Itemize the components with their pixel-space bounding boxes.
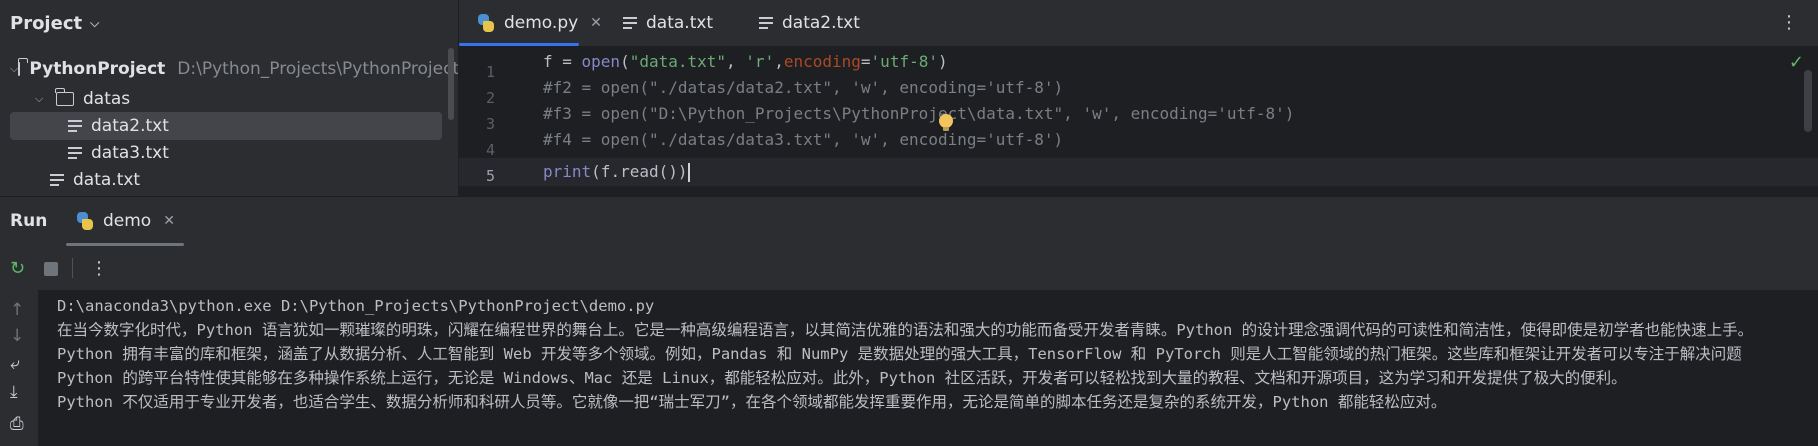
code-line-4[interactable]: #f4 = open("./datas/data3.txt", 'w', enc… [543, 128, 1063, 152]
text-file-icon [623, 17, 637, 29]
console-line: Python 的跨平台特性使其能够在多种操作系统上运行，无论是 Windows、… [57, 369, 1627, 387]
text-file-icon [759, 17, 773, 29]
project-path: D:\Python_Projects\PythonProject [177, 59, 459, 79]
code-token: = [860, 52, 871, 71]
tab-label: data.txt [646, 13, 714, 33]
arrow-up-icon[interactable]: ↑ [10, 300, 24, 320]
line-number: 4 [485, 141, 495, 159]
arrow-down-icon[interactable]: ↓ [10, 326, 24, 346]
code-token: ( [620, 52, 630, 71]
line-number: 2 [485, 89, 495, 107]
run-tab-label: demo [103, 211, 152, 231]
run-tool-window-header: Run demo ✕ [0, 196, 1818, 247]
code-token: , [726, 52, 746, 71]
code-token: encoding [783, 52, 861, 71]
tab-data-txt[interactable]: data.txt [623, 0, 713, 46]
project-tool-window: Project ⌵ ⌵ PythonProject D:\Python_Proj… [0, 0, 459, 196]
code-token: print [543, 162, 592, 181]
code-token: (f.read()) [591, 162, 688, 181]
more-vertical-icon[interactable]: ⋮ [1780, 12, 1798, 33]
text-file-icon [68, 147, 82, 159]
python-file-icon [76, 212, 94, 230]
chevron-down-icon[interactable]: ⌵ [32, 92, 46, 106]
soft-wrap-icon[interactable]: ⤶ [10, 354, 20, 374]
code-token: f = [543, 52, 582, 71]
code-line-2[interactable]: #f2 = open("./datas/data2.txt", 'w', enc… [543, 76, 1063, 100]
line-number: 5 [485, 167, 495, 185]
code-token: 'r' [745, 52, 775, 71]
code-token: "data.txt" [629, 52, 727, 71]
code-token: , [774, 52, 784, 71]
console-output[interactable]: D:\anaconda3\python.exe D:\Python_Projec… [38, 290, 1818, 446]
tab-demo-py[interactable]: demo.py ✕ [477, 0, 602, 46]
line-number: 1 [485, 63, 495, 81]
tree-item-datas[interactable]: ⌵ datas [10, 85, 442, 113]
folder-icon [55, 88, 74, 106]
editor-area: demo.py ✕ data.txt data2.txt ⋮ 1 2 3 4 5… [459, 0, 1818, 196]
project-title: Project [10, 12, 83, 34]
text-file-icon [50, 174, 64, 186]
console-line: Python 拥有丰富的库和框架，涵盖了从数据分析、人工智能到 Web 开发等多… [57, 345, 1742, 363]
text-caret [687, 163, 690, 182]
active-tab-indicator [459, 43, 579, 46]
tree-item-label: data.txt [73, 170, 141, 190]
run-tab-demo[interactable]: demo ✕ [76, 197, 175, 245]
rerun-icon[interactable]: ↻ [10, 258, 25, 279]
project-view-selector[interactable]: Project ⌵ [10, 10, 99, 36]
tab-data2-txt[interactable]: data2.txt [759, 0, 860, 46]
run-toolbar: ↻ ⋮ [0, 246, 1818, 290]
code-token: open [581, 52, 621, 71]
more-vertical-icon[interactable]: ⋮ [90, 258, 108, 279]
code-token: 'utf-8' [870, 52, 938, 71]
checkmark-icon[interactable]: ✓ [1789, 52, 1804, 73]
project-scrollbar[interactable] [448, 48, 454, 120]
tree-item-data3[interactable]: data3.txt [10, 139, 442, 167]
python-file-icon [477, 14, 495, 32]
run-title: Run [10, 211, 48, 231]
console-side-toolbar: ↑ ↓ ⤶ ⤓ ⎙ [0, 290, 38, 446]
tree-item-label: PythonProject [29, 59, 166, 79]
tree-item-data[interactable]: data.txt [10, 166, 442, 194]
close-icon[interactable]: ✕ [590, 15, 602, 31]
tree-item-data2[interactable]: data2.txt [10, 112, 442, 140]
code-token: ) [937, 52, 948, 71]
tree-item-pythonproject[interactable]: ⌵ PythonProject D:\Python_Projects\Pytho… [10, 55, 458, 83]
toolbar-divider [72, 258, 73, 278]
code-line-1[interactable]: f = open("data.txt", 'r',encoding='utf-8… [543, 50, 948, 74]
tree-item-label: data3.txt [91, 143, 169, 163]
close-icon[interactable]: ✕ [163, 213, 175, 229]
chevron-down-icon: ⌵ [90, 15, 100, 30]
editor-scrollbar[interactable] [1804, 70, 1812, 132]
editor-tab-bar: demo.py ✕ data.txt data2.txt ⋮ [459, 0, 1818, 47]
folder-icon [17, 58, 28, 76]
scroll-to-end-icon[interactable]: ⤓ [10, 382, 18, 402]
console-line: 在当今数字化时代，Python 语言犹如一颗璀璨的明珠，闪耀在编程世界的舞台上。… [57, 321, 1754, 339]
lightbulb-icon[interactable] [939, 114, 953, 131]
console-line: Python 不仅适用于专业开发者，也适合学生、数据分析师和科研人员等。它就像一… [57, 393, 1447, 411]
tree-item-label: data2.txt [91, 116, 169, 136]
console-line: D:\anaconda3\python.exe D:\Python_Projec… [57, 297, 655, 315]
tab-label: data2.txt [782, 13, 860, 33]
text-file-icon [68, 120, 82, 132]
code-line-3[interactable]: #f3 = open("D:\Python_Projects\PythonPro… [543, 102, 1294, 126]
chevron-down-icon[interactable]: ⌵ [10, 62, 18, 76]
stop-icon[interactable] [44, 262, 58, 276]
print-icon[interactable]: ⎙ [10, 414, 24, 434]
line-number: 3 [485, 115, 495, 133]
tab-label: demo.py [504, 13, 579, 33]
code-line-5[interactable]: print(f.read()) [543, 160, 690, 184]
tree-item-label: datas [83, 89, 131, 109]
